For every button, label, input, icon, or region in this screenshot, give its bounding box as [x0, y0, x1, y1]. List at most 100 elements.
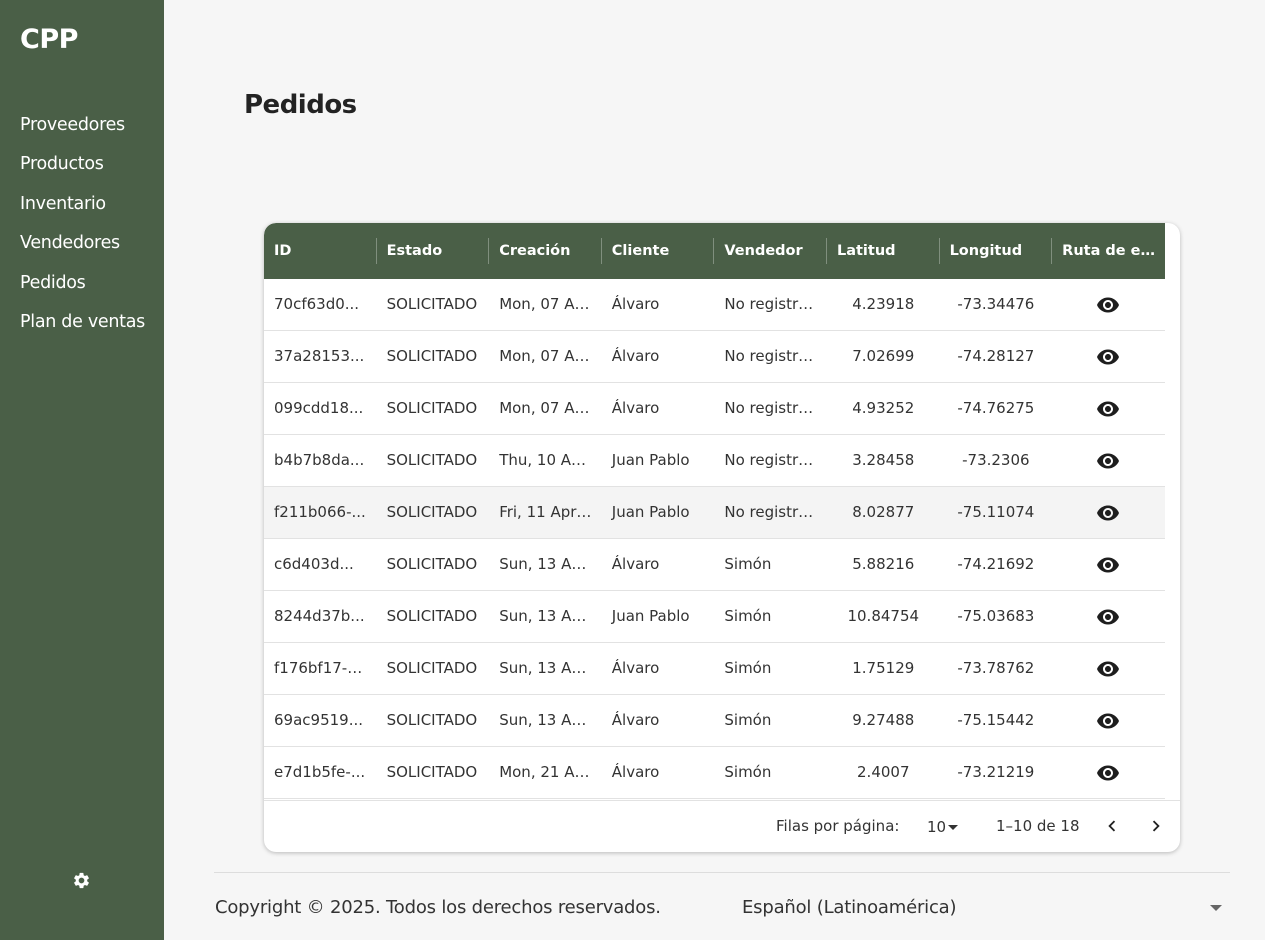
- table-row[interactable]: b4b7b8da... SOLICITADO Thu, 10 Apr 2025 …: [264, 435, 1165, 487]
- cell-creacion: Sun, 13 Apr 2025: [499, 607, 602, 625]
- cell-estado: SOLICITADO: [386, 295, 478, 313]
- cell-id: e7d1b5fe-...: [274, 763, 366, 781]
- cell-ruta: [1052, 591, 1165, 642]
- column-header-latitud[interactable]: Latitud: [827, 223, 940, 279]
- cell-ruta: [1052, 331, 1165, 382]
- eye-icon[interactable]: [1096, 501, 1120, 525]
- cell-latitud: 9.27488: [852, 711, 915, 729]
- cell-ruta: [1052, 643, 1165, 694]
- cell-vendedor: No registrado: [724, 347, 827, 365]
- column-header-longitud[interactable]: Longitud: [940, 223, 1053, 279]
- cell-longitud: -74.76275: [957, 399, 1035, 417]
- eye-icon[interactable]: [1096, 553, 1120, 577]
- eye-icon[interactable]: [1096, 293, 1120, 317]
- column-header-vendedor[interactable]: Vendedor: [714, 223, 827, 279]
- cell-latitud: 4.93252: [852, 399, 915, 417]
- cell-latitud: 5.88216: [852, 555, 915, 573]
- column-header-ruta-de-entrega[interactable]: Ruta de entrega: [1052, 223, 1165, 279]
- eye-icon[interactable]: [1096, 449, 1120, 473]
- cell-latitud: 4.23918: [852, 295, 915, 313]
- cell-id: f211b066-...: [274, 503, 366, 521]
- cell-latitud: 3.28458: [852, 451, 915, 469]
- eye-icon[interactable]: [1096, 657, 1120, 681]
- cell-longitud: -73.78762: [957, 659, 1035, 677]
- eye-icon[interactable]: [1096, 761, 1120, 785]
- sidebar-item-vendedores[interactable]: Vendedores: [20, 230, 145, 269]
- cell-creacion: Fri, 11 Apr 2025: [499, 503, 602, 521]
- language-select[interactable]: Español (Latinoamérica): [742, 897, 957, 918]
- cell-cliente: Álvaro: [611, 399, 660, 417]
- orders-table-card: ID Estado Creación Cliente Vendedor Lati…: [264, 223, 1180, 852]
- column-header-cliente[interactable]: Cliente: [602, 223, 715, 279]
- cell-latitud: 2.4007: [857, 763, 910, 781]
- main-content: Pedidos ID Estado Creación Cliente Vende…: [164, 0, 1265, 940]
- cell-cliente: Álvaro: [611, 711, 660, 729]
- table-row[interactable]: f176bf17-a... SOLICITADO Sun, 13 Apr 202…: [264, 643, 1165, 695]
- cell-estado: SOLICITADO: [386, 711, 478, 729]
- sidebar-nav: Proveedores Productos Inventario Vendedo…: [20, 112, 145, 348]
- cell-ruta: [1052, 435, 1165, 486]
- table-row[interactable]: e7d1b5fe-... SOLICITADO Mon, 21 Apr 2025…: [264, 747, 1165, 799]
- table-row[interactable]: 8244d37b... SOLICITADO Sun, 13 Apr 2025 …: [264, 591, 1165, 643]
- cell-estado: SOLICITADO: [386, 399, 478, 417]
- chevron-right-icon[interactable]: [1145, 815, 1167, 837]
- cell-ruta: [1052, 747, 1165, 798]
- brand-logo: CPP: [20, 24, 78, 55]
- eye-icon[interactable]: [1096, 345, 1120, 369]
- cell-id: 69ac9519...: [274, 711, 364, 729]
- cell-creacion: Sun, 13 Apr 2025: [499, 555, 602, 573]
- footer: Copyright © 2025. Todos los derechos res…: [214, 872, 1230, 940]
- caret-down-icon[interactable]: [1210, 905, 1222, 911]
- table-row[interactable]: c6d403d... SOLICITADO Sun, 13 Apr 2025 Á…: [264, 539, 1165, 591]
- cell-ruta: [1052, 487, 1165, 538]
- table-row[interactable]: 69ac9519... SOLICITADO Sun, 13 Apr 2025 …: [264, 695, 1165, 747]
- cell-longitud: -73.2306: [962, 451, 1030, 469]
- column-header-estado[interactable]: Estado: [377, 223, 490, 279]
- table-row[interactable]: 099cdd18... SOLICITADO Mon, 07 Apr 2025 …: [264, 383, 1165, 435]
- cell-cliente: Juan Pablo: [611, 451, 690, 469]
- cell-cliente: Álvaro: [611, 347, 660, 365]
- cell-vendedor: Simón: [724, 607, 772, 625]
- chevron-left-icon[interactable]: [1101, 815, 1123, 837]
- gear-icon-glyph: [74, 872, 89, 889]
- pagination-range: 1–10 de 18: [996, 817, 1080, 835]
- gear-icon[interactable]: [72, 871, 91, 890]
- rows-per-page-value: 10: [927, 818, 947, 836]
- cell-longitud: -75.11074: [957, 503, 1035, 521]
- eye-icon[interactable]: [1096, 709, 1120, 733]
- sidebar-item-inventario[interactable]: Inventario: [20, 191, 145, 230]
- cell-ruta: [1052, 539, 1165, 590]
- cell-vendedor: No registrado: [724, 451, 827, 469]
- cell-id: c6d403d...: [274, 555, 354, 573]
- cell-estado: SOLICITADO: [386, 503, 478, 521]
- eye-icon[interactable]: [1096, 397, 1120, 421]
- cell-longitud: -73.21219: [957, 763, 1035, 781]
- sidebar-item-pedidos[interactable]: Pedidos: [20, 270, 145, 309]
- sidebar-item-productos[interactable]: Productos: [20, 151, 145, 190]
- cell-latitud: 7.02699: [852, 347, 915, 365]
- cell-latitud: 1.75129: [852, 659, 915, 677]
- cell-estado: SOLICITADO: [386, 607, 478, 625]
- cell-creacion: Mon, 21 Apr 2025: [499, 763, 602, 781]
- cell-ruta: [1052, 695, 1165, 746]
- eye-icon[interactable]: [1096, 605, 1120, 629]
- table-row[interactable]: f211b066-... SOLICITADO Fri, 11 Apr 2025…: [264, 487, 1165, 539]
- rows-per-page-label: Filas por página:: [776, 817, 900, 835]
- table-row[interactable]: 70cf63d0... SOLICITADO Mon, 07 Apr 2025 …: [264, 279, 1165, 331]
- sidebar-item-plan-de-ventas[interactable]: Plan de ventas: [20, 309, 145, 348]
- cell-id: b4b7b8da...: [274, 451, 365, 469]
- cell-creacion: Thu, 10 Apr 2025: [499, 451, 602, 469]
- sidebar-item-proveedores[interactable]: Proveedores: [20, 112, 145, 151]
- column-header-creacion[interactable]: Creación: [489, 223, 602, 279]
- cell-longitud: -74.28127: [957, 347, 1035, 365]
- table-row[interactable]: 37a28153... SOLICITADO Mon, 07 Apr 2025 …: [264, 331, 1165, 383]
- cell-vendedor: Simón: [724, 711, 772, 729]
- cell-id: 099cdd18...: [274, 399, 364, 417]
- cell-vendedor: Simón: [724, 555, 772, 573]
- cell-id: 8244d37b...: [274, 607, 365, 625]
- cell-estado: SOLICITADO: [386, 763, 478, 781]
- cell-creacion: Sun, 13 Apr 2025: [499, 711, 602, 729]
- rows-per-page-select[interactable]: 10: [927, 801, 959, 852]
- table-header: ID Estado Creación Cliente Vendedor Lati…: [264, 223, 1165, 279]
- column-header-id[interactable]: ID: [264, 223, 377, 279]
